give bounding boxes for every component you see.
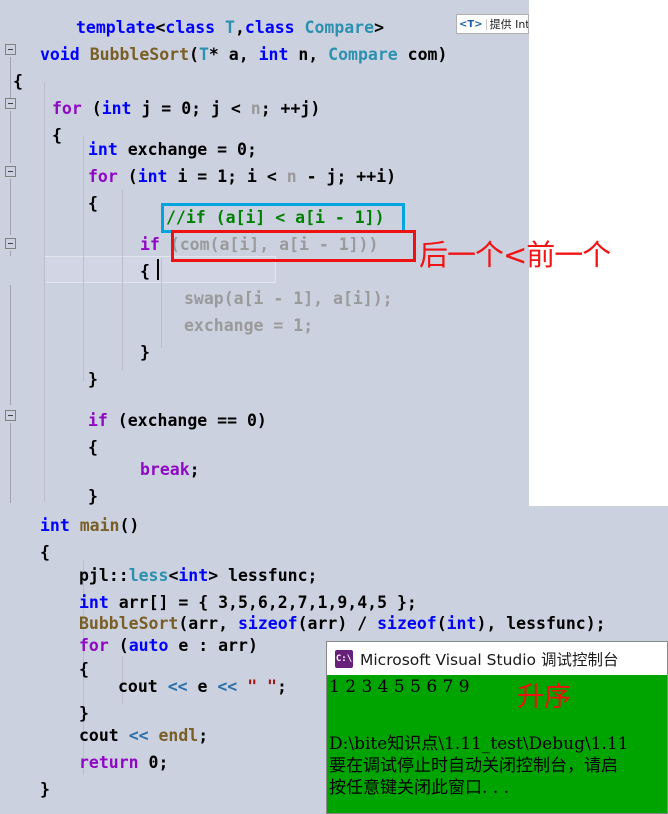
code-line[interactable]: int main() <box>40 512 139 539</box>
console-app-icon: C:\ <box>335 649 353 668</box>
console-annotation-text: 升序 <box>517 682 571 713</box>
red-highlight-box <box>171 230 416 262</box>
intellisense-badge: <T> <box>459 18 487 30</box>
code-line[interactable]: break; <box>140 456 200 483</box>
code-fold-line <box>10 251 11 256</box>
console-title: Microsoft Visual Studio 调试控制台 <box>360 650 619 669</box>
console-titlebar[interactable]: C:\ Microsoft Visual Studio 调试控制台 <box>327 642 667 675</box>
code-line[interactable]: for (int j = 0; j < n; ++j) <box>52 95 320 122</box>
code-fold-toggle[interactable] <box>5 98 16 109</box>
console-output-line: 按任意键关闭此窗口. . . <box>329 778 510 798</box>
intellisense-tooltip: <T> 提供 IntelliSe <box>456 14 529 34</box>
code-line[interactable]: swap(a[i - 1], a[i]); <box>184 285 393 312</box>
indent-guide <box>161 258 162 348</box>
code-line[interactable]: { <box>88 190 98 217</box>
code-line[interactable]: } <box>40 776 50 803</box>
console-output-line: 要在调试停止时自动关闭控制台，请启 <box>329 756 618 776</box>
console-output-line: 1 2 3 4 5 5 6 7 9 <box>329 677 470 697</box>
code-fold-line <box>10 179 11 235</box>
code-fold-toggle[interactable] <box>5 238 16 249</box>
intellisense-text: 提供 IntelliSe <box>489 18 528 31</box>
console-output-line: D:\bite知识点\1.11_test\Debug\1.11 <box>329 734 629 754</box>
code-line[interactable]: { <box>52 122 62 149</box>
code-line[interactable]: } <box>88 366 98 393</box>
code-fold-line <box>10 57 11 98</box>
console-output-area[interactable]: 升序 1 2 3 4 5 5 6 7 9 D:\bite知识点\1.11_test… <box>327 675 667 813</box>
code-line[interactable]: { <box>13 68 23 95</box>
code-fold-line <box>10 285 11 405</box>
indent-guide <box>83 136 84 381</box>
indent-guide <box>44 82 45 502</box>
code-line[interactable]: pjl::less<int> lessfunc; <box>79 562 317 589</box>
code-line[interactable]: { <box>79 656 89 683</box>
code-line[interactable]: if (exchange == 0) <box>88 407 267 434</box>
code-fold-toggle[interactable] <box>5 410 16 421</box>
code-line[interactable]: { <box>140 258 150 285</box>
code-line[interactable]: template<class T,class Compare> <box>76 14 384 41</box>
code-line[interactable]: exchange = 1; <box>184 312 313 339</box>
code-fold-line <box>10 111 11 163</box>
code-line[interactable]: cout << e << " "; <box>118 673 287 700</box>
code-line[interactable]: } <box>88 483 98 510</box>
code-line[interactable]: for (int i = 1; i < n - j; ++i) <box>88 163 396 190</box>
code-line[interactable]: { <box>88 434 98 461</box>
code-line[interactable]: for (auto e : arr) <box>79 632 258 659</box>
code-fold-toggle[interactable] <box>5 166 16 177</box>
cyan-highlight-box <box>161 203 405 233</box>
red-annotation-text: 后一个<前一个 <box>419 238 611 272</box>
debug-console-window[interactable]: C:\ Microsoft Visual Studio 调试控制台 升序 1 2… <box>326 641 668 814</box>
code-line[interactable]: int exchange = 0; <box>88 136 257 163</box>
code-fold-toggle[interactable] <box>5 44 16 55</box>
code-line[interactable]: cout << endl; <box>79 722 208 749</box>
code-line[interactable]: } <box>140 339 150 366</box>
code-line[interactable]: void BubbleSort(T* a, int n, Compare com… <box>40 41 447 68</box>
code-line[interactable]: return 0; <box>79 749 168 776</box>
code-line[interactable]: { <box>40 539 50 566</box>
code-fold-line <box>10 423 11 503</box>
indent-guide <box>122 190 123 370</box>
